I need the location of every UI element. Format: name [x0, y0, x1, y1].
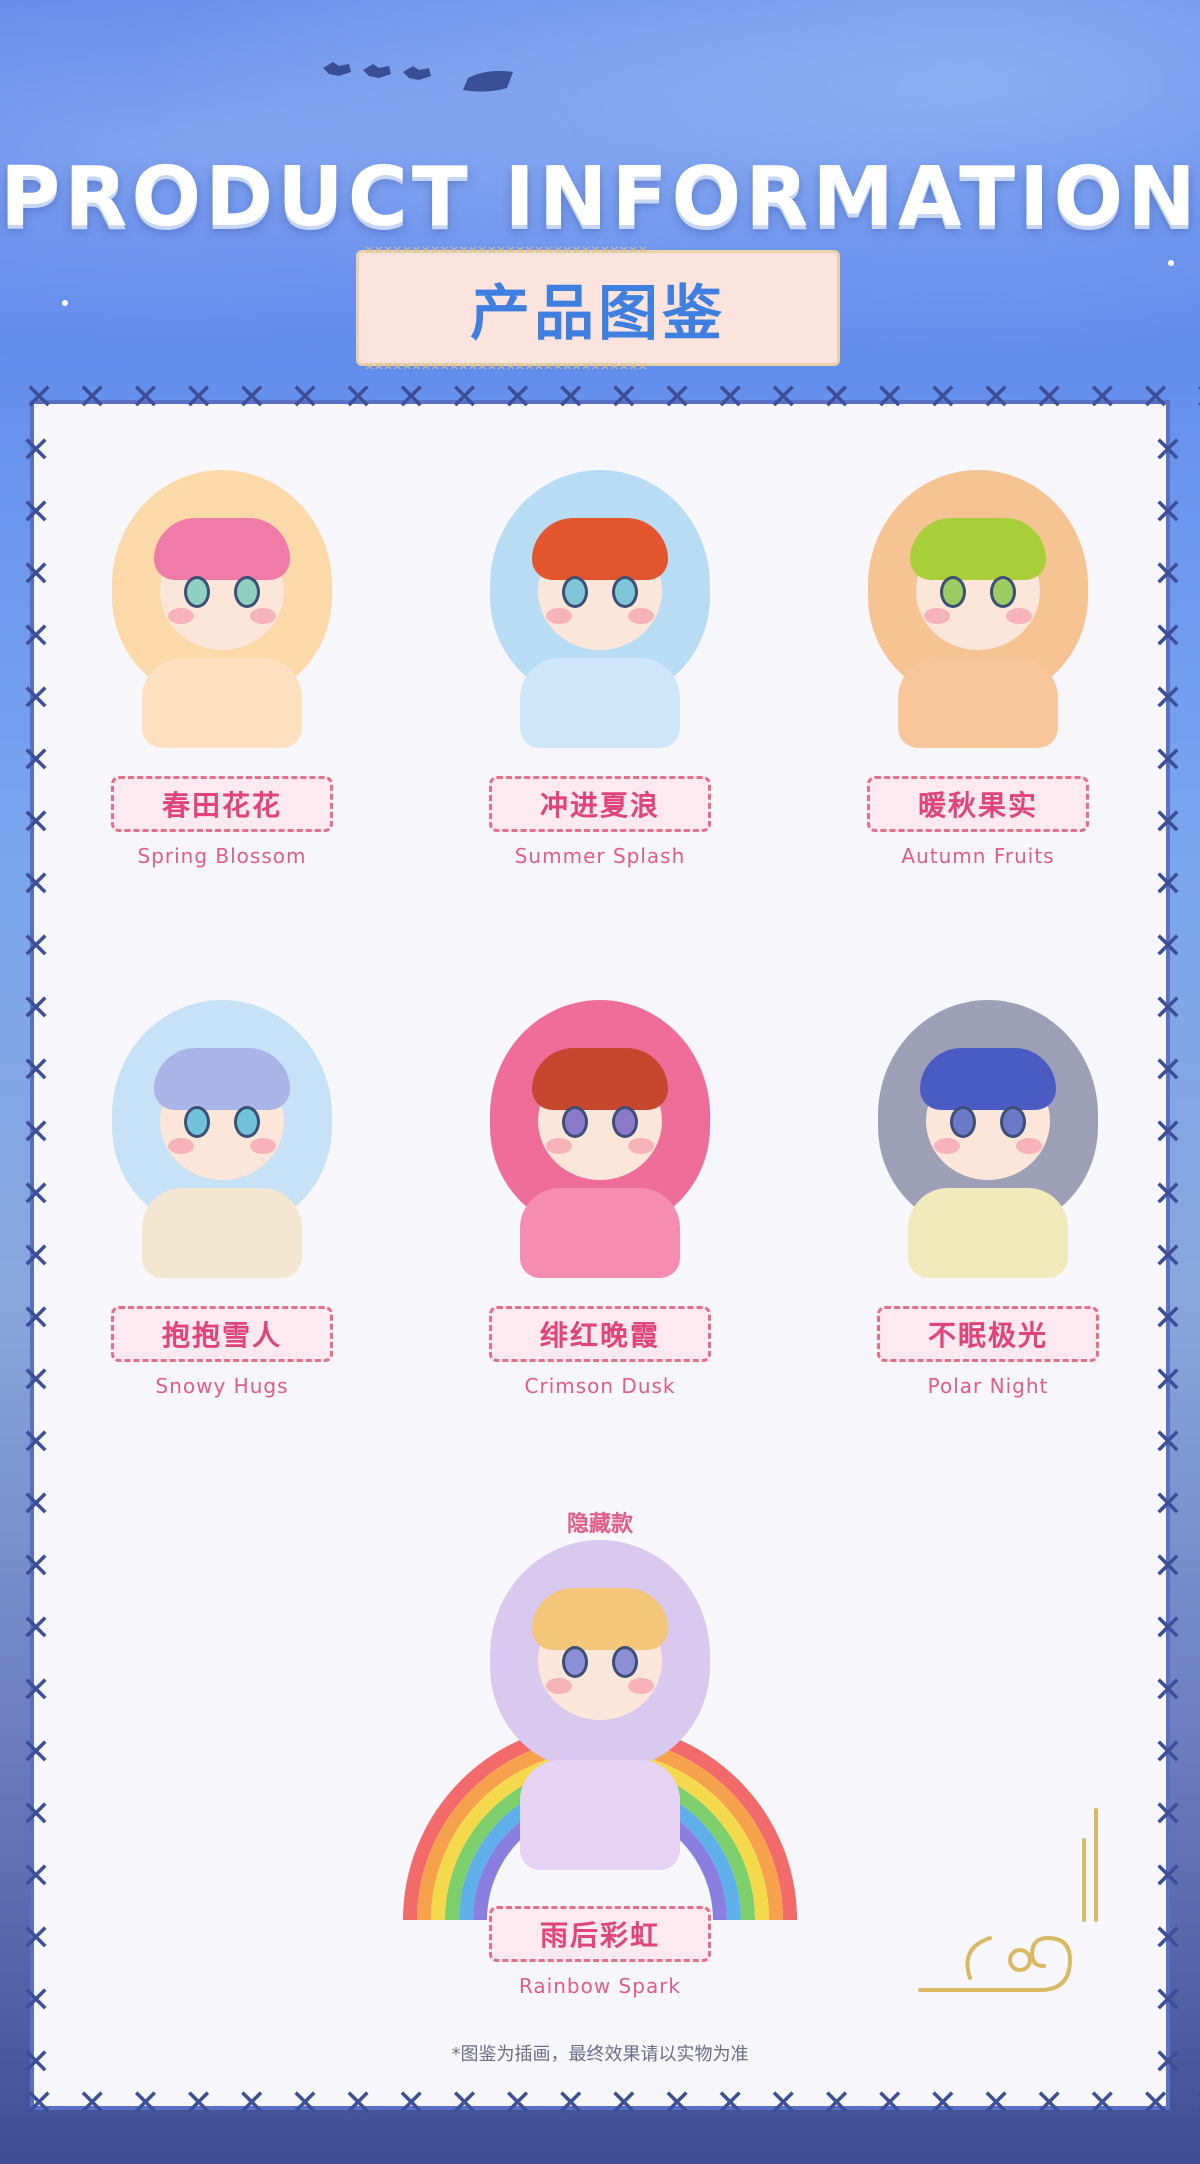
product-name-cn: 冲进夏浪 [489, 776, 711, 832]
figure-eye [950, 1106, 976, 1138]
figure-cheek [628, 1138, 654, 1154]
product-item-snowy-hugs: 抱抱雪人 Snowy Hugs [72, 1000, 372, 1398]
figure-cheek [250, 608, 276, 624]
stitch-border-top: ✕✕✕✕✕✕✕✕✕✕✕✕✕✕✕✕✕✕✕✕✕✕✕✕✕✕ [24, 380, 1200, 418]
product-item-summer-splash: 冲进夏浪 Summer Splash [450, 470, 750, 868]
figure-cheek [546, 1138, 572, 1154]
subtitle-text: 产品图鉴 [470, 278, 726, 349]
product-name-en: Spring Blossom [137, 844, 307, 868]
figure-illustration [480, 1540, 720, 1890]
figure-eye [990, 576, 1016, 608]
stitch-border-bottom: ✕✕✕✕✕✕✕✕✕✕✕✕✕✕✕✕✕✕✕✕✕✕✕✕✕✕ [24, 2086, 1200, 2124]
figure-body [520, 658, 680, 748]
product-name-en: Snowy Hugs [155, 1374, 289, 1398]
product-name-en: Autumn Fruits [901, 844, 1055, 868]
crescent-moon-icon [772, 30, 859, 127]
product-item-spring-blossom: 春田花花 Spring Blossom [72, 470, 372, 868]
figure-eye [562, 1646, 588, 1678]
figure-eye [940, 576, 966, 608]
figure-body [908, 1188, 1068, 1278]
product-name-cn: 雨后彩虹 [489, 1906, 711, 1962]
figure-hair [532, 518, 668, 580]
figure-eye [612, 1646, 638, 1678]
figure-eye [184, 576, 210, 608]
product-item-crimson-dusk: 绯红晚霞 Crimson Dusk [450, 1000, 750, 1398]
figure-illustration [480, 1000, 720, 1290]
figure-eye [562, 576, 588, 608]
product-item-polar-night: 不眠极光 Polar Night [838, 1000, 1138, 1398]
figure-body [142, 658, 302, 748]
figure-eye [562, 1106, 588, 1138]
figure-illustration [868, 1000, 1108, 1290]
figure-eye [234, 1106, 260, 1138]
figure-cheek [250, 1138, 276, 1154]
product-name-en: Summer Splash [514, 844, 686, 868]
figure-hair [920, 1048, 1056, 1110]
figure-hair [154, 1048, 290, 1110]
figure-cheek [168, 608, 194, 624]
figure-eye [612, 1106, 638, 1138]
star-icon [62, 300, 68, 306]
figure-eye [612, 576, 638, 608]
hidden-edition-tag: 隐藏款 [566, 1512, 633, 1537]
figure-hair [532, 1048, 668, 1110]
figure-cheek [546, 1678, 572, 1694]
product-item-autumn-fruits: 暖秋果实 Autumn Fruits [828, 470, 1128, 868]
product-name-cn: 暖秋果实 [867, 776, 1089, 832]
figure-hair [532, 1588, 668, 1650]
figure-eye [234, 576, 260, 608]
product-name-en: Rainbow Spark [518, 1974, 682, 1998]
product-name-cn: 绯红晚霞 [489, 1306, 711, 1362]
page-title: PRODUCT INFORMATION [0, 150, 1200, 245]
figure-cheek [924, 608, 950, 624]
disclaimer-footnote: *图鉴为插画，最终效果请以实物为准 [451, 2044, 749, 2065]
gold-swirl-decoration-icon [918, 1808, 1098, 1992]
figure-body [898, 658, 1058, 748]
reindeer-sleigh-icon [323, 62, 513, 92]
stitch-border-left: ✕ ✕ ✕ ✕ ✕ ✕ ✕ ✕ ✕ ✕ ✕ ✕ ✕ ✕ ✕ ✕ ✕ ✕ ✕ ✕ ✕ ✕ ✕ ✕ ✕ ✕ ✕ [20, 430, 52, 2083]
figure-cheek [1016, 1138, 1042, 1154]
product-name-cn: 不眠极光 [877, 1306, 1099, 1362]
figure-hair [910, 518, 1046, 580]
figure-cheek [934, 1138, 960, 1154]
figure-illustration [102, 470, 342, 760]
stitch-border-right: ✕ ✕ ✕ ✕ ✕ ✕ ✕ ✕ ✕ ✕ ✕ ✕ ✕ ✕ ✕ ✕ ✕ ✕ ✕ ✕ ✕ ✕ ✕ ✕ ✕ ✕ ✕ [1152, 430, 1184, 2083]
stitch-decoration: ✕✕✕✕✕✕✕✕✕✕✕✕✕✕✕✕✕✕✕✕✕✕✕✕✕✕✕✕✕✕ [365, 245, 648, 255]
figure-body [520, 1188, 680, 1278]
product-name-cn: 春田花花 [111, 776, 333, 832]
product-name-en: Polar Night [927, 1374, 1049, 1398]
figure-illustration [102, 1000, 342, 1290]
subtitle-banner: ✕✕✕✕✕✕✕✕✕✕✕✕✕✕✕✕✕✕✕✕✕✕✕✕✕✕✕✕✕✕ 产品图鉴 ✕✕✕✕… [356, 245, 840, 371]
product-name-cn: 抱抱雪人 [111, 1306, 333, 1362]
figure-hair [154, 518, 290, 580]
stitch-decoration: ✕✕✕✕✕✕✕✕✕✕✕✕✕✕✕✕✕✕✕✕✕✕✕✕✕✕✕✕✕✕ [365, 361, 648, 371]
figure-cheek [628, 608, 654, 624]
figure-cheek [546, 608, 572, 624]
figure-body [520, 1760, 680, 1870]
product-name-en: Crimson Dusk [524, 1374, 676, 1398]
figure-eye [1000, 1106, 1026, 1138]
figure-illustration [480, 470, 720, 760]
figure-eye [184, 1106, 210, 1138]
figure-illustration [858, 470, 1098, 760]
figure-body [142, 1188, 302, 1278]
figure-cheek [168, 1138, 194, 1154]
figure-cheek [628, 1678, 654, 1694]
product-item-rainbow-spark: 雨后彩虹 Rainbow Spark [450, 1540, 750, 1998]
star-icon [1168, 260, 1174, 266]
figure-cheek [1006, 608, 1032, 624]
